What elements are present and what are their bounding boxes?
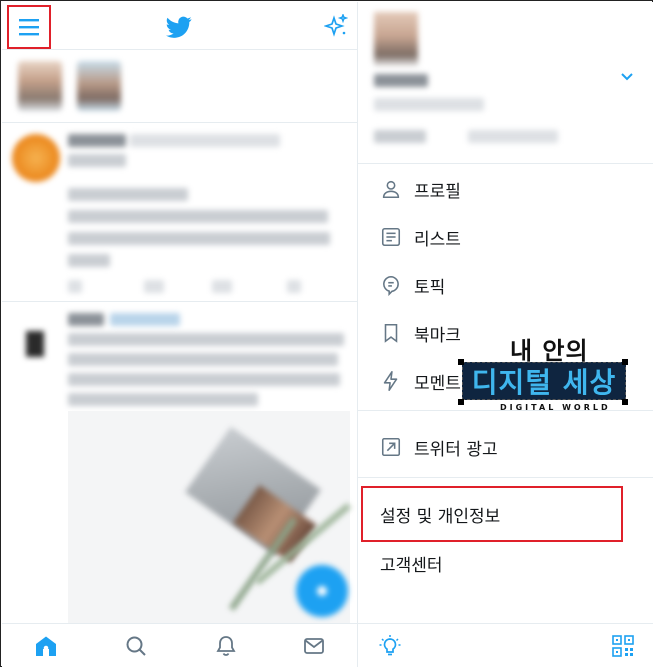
menu-item-label: 프로필: [414, 181, 461, 202]
avatar[interactable]: [374, 12, 418, 66]
hamburger-icon: [19, 19, 39, 36]
menu-item-label: 모멘트: [414, 373, 461, 394]
compose-tweet-button[interactable]: [296, 565, 348, 617]
help-center-link[interactable]: 고객센터: [380, 551, 443, 576]
avatar[interactable]: [26, 331, 44, 357]
topic-bubble-icon: [383, 275, 399, 296]
menu-item-label: 리스트: [414, 229, 461, 250]
menu-button[interactable]: [7, 5, 51, 49]
menu-item-label: 북마크: [414, 325, 461, 346]
bookmark-icon: [384, 323, 398, 343]
avatar[interactable]: [12, 134, 60, 182]
watermark-logo: 내 안의 디지털 세상 DIGITAL WORLD: [458, 329, 630, 413]
lightbulb-icon[interactable]: [378, 634, 402, 658]
search-icon[interactable]: [124, 634, 148, 658]
screenshot-frame: 프로필 리스트 토픽 북마크 모멘트 트위터 광고 설정 및 개인정보 고객센터…: [0, 0, 653, 667]
home-timeline: [2, 2, 357, 667]
watermark-line3: DIGITAL WORLD: [500, 403, 611, 412]
fleet-avatar[interactable]: [77, 61, 121, 111]
menu-item-label: 트위터 광고: [414, 439, 498, 460]
fleet-bar: [2, 51, 357, 123]
qr-code-icon[interactable]: [612, 635, 634, 657]
twitter-bird-icon: [166, 16, 192, 38]
lightning-icon: [383, 371, 398, 391]
settings-privacy-link[interactable]: 설정 및 개인정보: [380, 502, 500, 527]
timeline-header: [2, 2, 357, 50]
sparkle-icon[interactable]: [324, 14, 348, 38]
account-header[interactable]: [358, 2, 653, 164]
menu-item-lists[interactable]: 리스트: [358, 214, 653, 260]
menu-item-label: 토픽: [414, 277, 446, 298]
chevron-down-icon[interactable]: [620, 72, 634, 82]
watermark-banner: 디지털 세상: [462, 362, 626, 400]
drawer-footer: [358, 623, 653, 667]
external-arrow-icon: [381, 437, 401, 457]
bottom-navigation: [2, 623, 357, 667]
watermark-line2: 디지털 세상: [471, 366, 617, 399]
divider: [358, 477, 653, 478]
list-icon: [381, 227, 401, 247]
menu-item-profile[interactable]: 프로필: [358, 166, 653, 212]
notifications-icon[interactable]: [214, 634, 238, 658]
home-icon[interactable]: [34, 634, 58, 658]
menu-item-topics[interactable]: 토픽: [358, 262, 653, 308]
menu-item-ads[interactable]: 트위터 광고: [358, 424, 653, 470]
person-icon: [382, 180, 400, 199]
messages-icon[interactable]: [302, 634, 326, 658]
tweet[interactable]: [2, 124, 357, 302]
fleet-avatar[interactable]: [18, 61, 62, 111]
